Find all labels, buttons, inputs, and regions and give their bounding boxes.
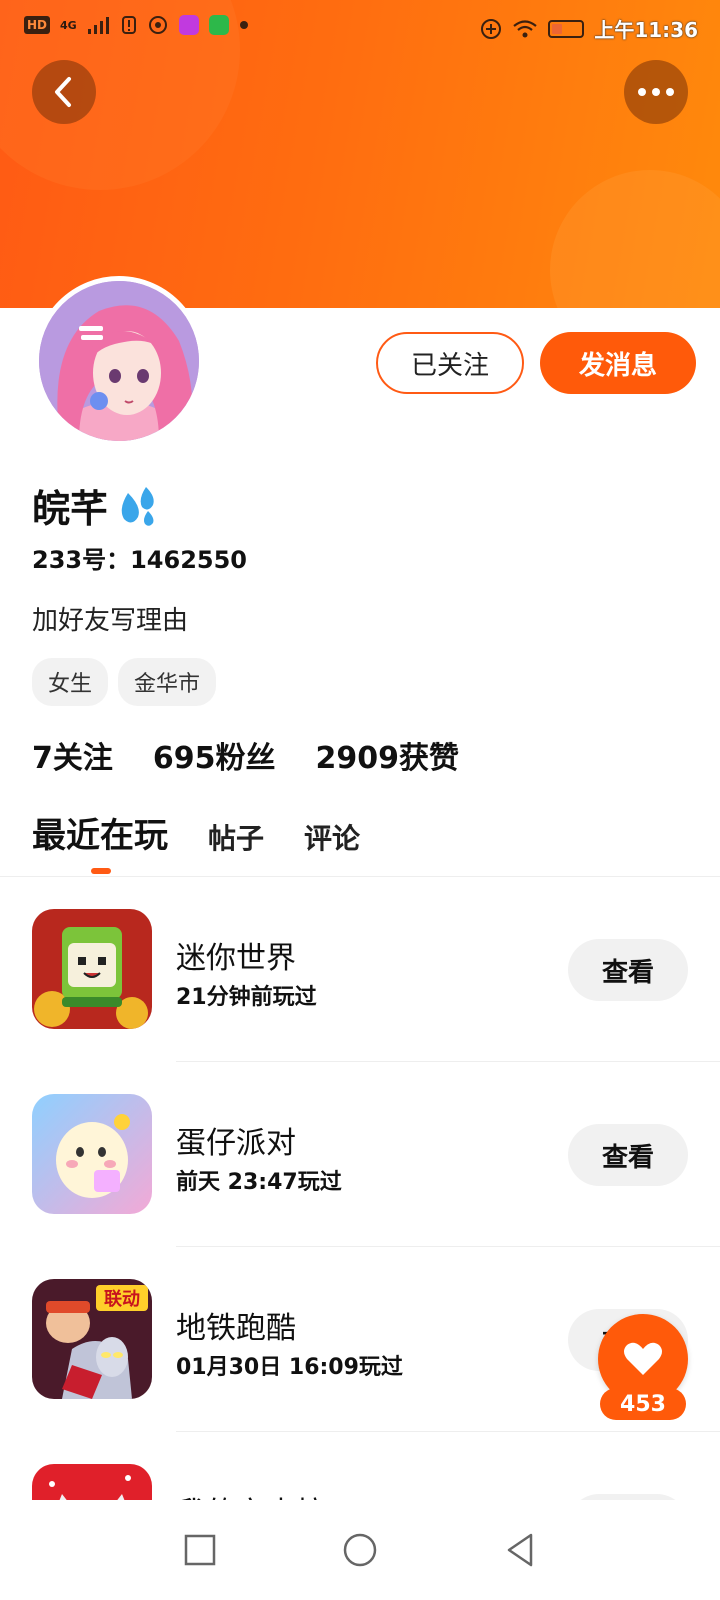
profile-header-banner: HD 4G 上午11:36 [0,0,720,308]
profile-tabs: 最近在玩 帖子 评论 [32,808,360,863]
list-item[interactable]: 我的安吉拉 查看 [0,1432,720,1500]
followed-button[interactable]: 已关注 [376,332,524,394]
game-last-played: 01月30日 16:09玩过 [176,1355,403,1380]
more-horizontal-icon [638,88,674,96]
game-title: 迷你世界 [176,941,296,976]
avatar[interactable] [34,276,204,446]
dot-icon [239,21,248,29]
list-item[interactable]: 蛋仔派对 前天 23:47玩过 查看 [0,1062,720,1247]
status-left: HD 4G [24,14,249,36]
heart-icon [624,1342,662,1375]
clock: 上午11:36 [594,18,698,42]
back-button[interactable] [32,60,96,124]
back-nav-button[interactable] [490,1520,550,1580]
app-notification-icon [178,15,199,35]
tab-recently-played[interactable]: 最近在玩 [32,808,168,863]
bio: 加好友写理由 [32,606,189,636]
view-button[interactable]: 查看 [568,939,688,1001]
likes-count: 2909获赞 [315,741,460,776]
sweat-drops-icon [121,486,154,526]
hd-indicator: HD [24,16,51,34]
active-tab-indicator [91,868,111,874]
following-count[interactable]: 7关注 [32,733,113,777]
game-icon: 联动 [32,1279,152,1399]
square-icon [184,1534,216,1566]
game-icon [32,1094,152,1214]
tag-gender: 女生 [32,658,109,706]
game-last-played: 前天 23:47玩过 [176,1170,342,1195]
app-notification-icon [208,15,229,35]
home-button[interactable] [330,1520,390,1580]
battery-icon [548,19,585,38]
more-button[interactable] [624,60,688,124]
profile-stats: 7关注 695粉丝 2909获赞 [32,733,459,777]
avatar-illustration [39,281,199,441]
chevron-left-icon [55,77,71,107]
fans-count[interactable]: 695粉丝 [153,733,276,777]
view-button[interactable]: 查看 [568,1124,688,1186]
tab-posts[interactable]: 帖子 [208,817,264,863]
recents-button[interactable] [170,1520,230,1580]
game-title: 我的安吉拉 [176,1488,326,1500]
system-nav-bar [0,1500,720,1600]
add-circle-icon [481,18,502,39]
alert-icon [121,16,136,34]
record-icon [148,16,167,34]
send-message-button[interactable]: 发消息 [540,332,696,394]
network-indicator: 4G [60,18,77,32]
username-text: 皖芊 [32,487,109,531]
wifi-icon [513,19,538,37]
status-right: 上午11:36 [480,14,698,43]
game-last-played: 21分钟前玩过 [176,985,317,1010]
circle-icon [343,1533,377,1567]
banner-decoration [550,170,720,308]
svg-text:联动: 联动 [104,1289,140,1310]
profile-tags: 女生 金华市 [32,658,217,706]
user-id: 233号：1462550 [32,546,247,574]
tab-comments[interactable]: 评论 [304,817,360,863]
like-count: 453 [600,1388,686,1420]
triangle-back-icon [507,1533,533,1567]
tag-city: 金华市 [118,658,217,706]
game-icon [32,1464,152,1500]
username: 皖芊 [32,478,160,533]
game-title: 蛋仔派对 [176,1126,296,1161]
game-title: 地铁跑酷 [176,1311,296,1346]
list-item[interactable]: 迷你世界 21分钟前玩过 查看 [0,877,720,1062]
signal-icon [87,17,109,34]
status-bar: HD 4G 上午11:36 [0,0,720,56]
game-icon [32,909,152,1029]
